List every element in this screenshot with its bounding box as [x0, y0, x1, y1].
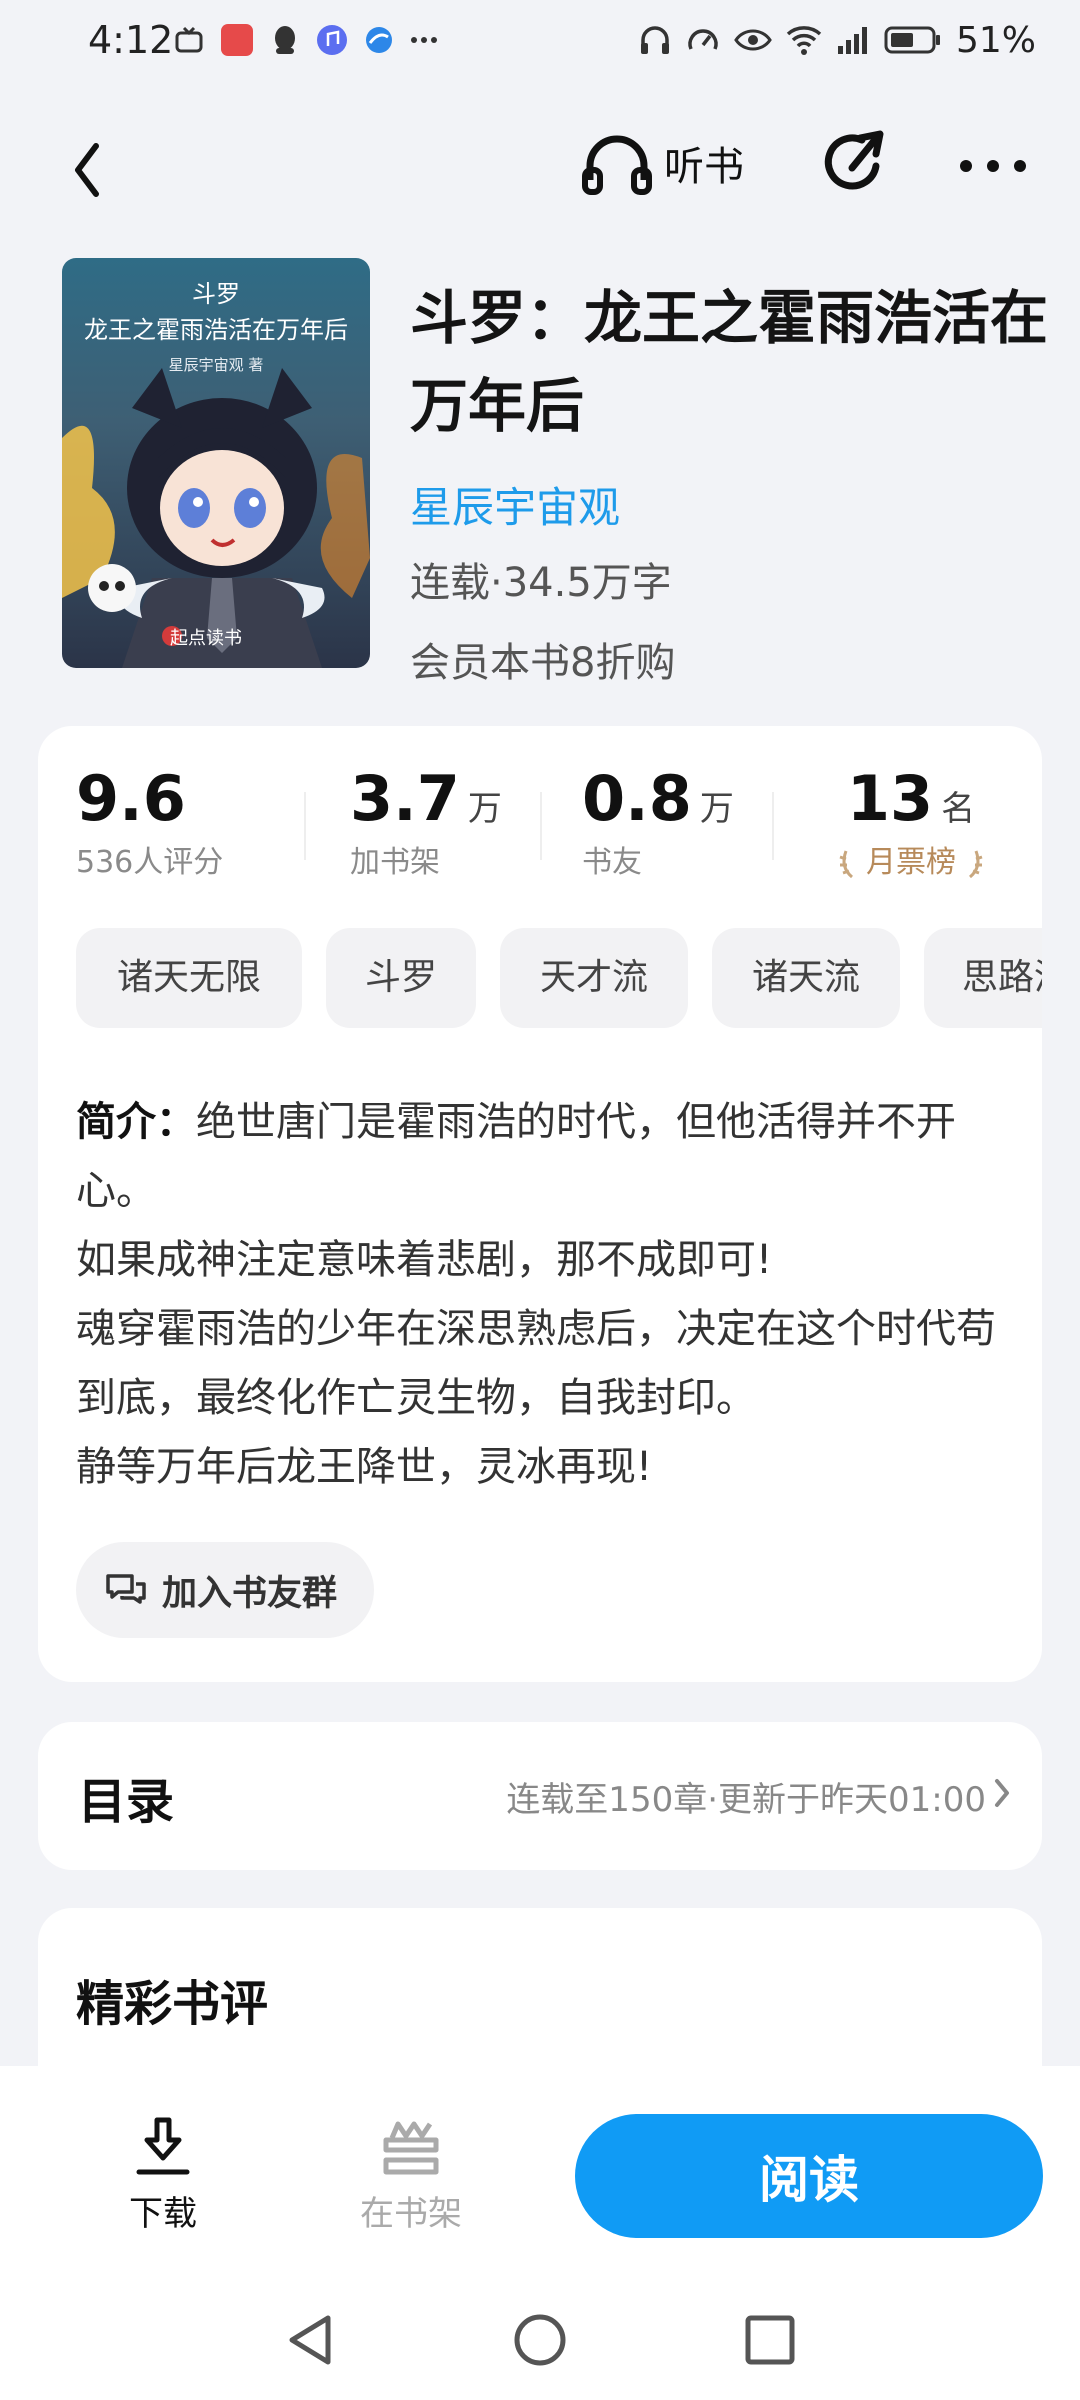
download-icon — [136, 2117, 190, 2175]
tag-chip[interactable]: 诸天流 — [712, 928, 900, 1028]
chevron-right-icon — [995, 1779, 1009, 1807]
rank-label: 月票榜 — [866, 845, 956, 880]
tag-list: 诸天无限 斗罗 天才流 诸天流 思路清奇 — [76, 928, 1042, 1030]
divider — [304, 792, 306, 860]
book-info-card: 9.6 536人评分 3.7 万 加书架 0.8 万 书友 13 名 月票榜 诸天无限… — [38, 726, 1042, 1682]
more-notifications-icon — [411, 37, 437, 43]
book-intro[interactable]: 简介：绝世唐门是霍雨浩的时代，但他活得并不开心。 如果成神注定意味着悲剧，那不成… — [76, 1088, 1016, 1502]
divider — [540, 792, 542, 860]
tag-chip[interactable]: 天才流 — [500, 928, 688, 1028]
score-value: 9.6 — [76, 762, 186, 835]
headphones-icon — [582, 135, 652, 195]
rank-stat[interactable]: 13 名 月票榜 — [816, 762, 1006, 881]
laurel-left-icon — [839, 849, 854, 878]
shelf-label: 加书架 — [350, 845, 440, 880]
qq-icon — [275, 26, 295, 54]
cover-title-line2: 龙王之霍雨浩活在万年后 — [84, 316, 348, 344]
huawei-app-icon — [221, 24, 253, 56]
rank-value: 13 — [846, 762, 934, 835]
headphones-icon — [640, 26, 669, 54]
friends-unit: 万 — [699, 789, 734, 829]
read-button[interactable]: 阅读 — [575, 2114, 1043, 2238]
book-title: 斗罗：龙王之霍雨浩活在万年后 — [410, 284, 1049, 440]
more-icon — [960, 160, 1026, 172]
home-nav-icon[interactable] — [512, 2310, 568, 2370]
share-button[interactable] — [820, 126, 890, 200]
intro-label: 简介： — [76, 1099, 196, 1145]
shelf-value: 3.7 — [350, 762, 460, 835]
shelf-stat[interactable]: 3.7 万 加书架 — [350, 762, 502, 881]
status-bar: 4:12 51% — [0, 0, 1080, 80]
tag-chip[interactable]: 思路清奇 — [924, 928, 1042, 1028]
listen-button[interactable]: 听书 — [580, 126, 744, 200]
friends-label: 书友 — [582, 845, 642, 880]
intro-line: 如果成神注定意味着悲剧，那不成即可! — [76, 1237, 773, 1283]
back-nav-icon[interactable] — [282, 2310, 338, 2370]
notification-icons — [174, 20, 438, 60]
cover-title-line1: 斗罗 — [192, 280, 240, 308]
download-label: 下载 — [129, 2194, 197, 2234]
chevron-left-icon — [75, 143, 99, 197]
intro-line: 魂穿霍雨浩的少年在深思熟虑后，决定在这个时代苟到底，最终化作亡灵生物，自我封印。 — [76, 1306, 996, 1421]
browser-icon — [366, 27, 392, 53]
more-button[interactable] — [958, 126, 1028, 200]
system-icons: 51% — [638, 18, 1036, 62]
intro-first-line: 绝世唐门是霍雨浩的时代，但他活得并不开心。 — [76, 1099, 956, 1214]
vip-discount-note: 会员本书8折购 — [410, 640, 676, 686]
rank-unit: 名 — [941, 789, 976, 829]
cellular-signal-icon — [837, 27, 867, 54]
rank-label-row: 月票榜 — [816, 837, 1006, 881]
divider — [772, 792, 774, 860]
battery-percentage: 51% — [955, 19, 1036, 61]
on-shelf-button[interactable]: 在书架 — [346, 2116, 476, 2235]
speed-icon — [688, 29, 718, 50]
status-time: 4:12 — [88, 18, 174, 62]
eye-icon — [734, 29, 772, 51]
chat-icon — [106, 1574, 146, 1604]
intro-line: 静等万年后龙王降世，灵冰再现! — [76, 1444, 653, 1490]
wifi-icon — [786, 26, 822, 55]
bottom-action-bar: 下载 在书架 阅读 — [0, 2066, 1080, 2400]
friends-stat[interactable]: 0.8 万 书友 — [582, 762, 734, 881]
tag-chip[interactable]: 斗罗 — [326, 928, 476, 1028]
recents-nav-icon[interactable] — [742, 2310, 798, 2370]
tv-icon — [175, 26, 203, 53]
shelf-unit: 万 — [467, 789, 502, 829]
top-nav: 听书 — [0, 120, 1080, 210]
tag-chip[interactable]: 诸天无限 — [76, 928, 302, 1028]
catalog-title: 目录 — [78, 1774, 175, 1830]
cover-author: 星辰宇宙观 著 — [168, 356, 264, 374]
share-icon — [824, 130, 884, 190]
join-group-label: 加入书友群 — [162, 1573, 338, 1614]
catalog-row[interactable]: 目录 连载至150章·更新于昨天01:00 — [38, 1722, 1042, 1870]
author-link[interactable]: 星辰宇宙观 — [410, 474, 620, 535]
score-stat[interactable]: 9.6 536人评分 — [76, 762, 223, 881]
battery-icon — [884, 26, 940, 54]
reviews-title: 精彩书评 — [76, 1976, 269, 2032]
cover-brand: 起点读书 — [170, 628, 242, 649]
join-reader-group-button[interactable]: 加入书友群 — [76, 1542, 374, 1638]
catalog-update-info: 连载至150章·更新于昨天01:00 — [506, 1780, 986, 1820]
book-cover[interactable]: 斗罗 龙王之霍雨浩活在万年后 星辰宇宙观 著 起点读书 — [62, 258, 370, 668]
score-label: 536人评分 — [76, 845, 224, 880]
listen-label: 听书 — [664, 144, 744, 190]
friends-value: 0.8 — [582, 762, 692, 835]
bookshelf-icon — [383, 2121, 439, 2175]
book-meta: 连载·34.5万字 — [410, 560, 672, 606]
on-shelf-label: 在书架 — [360, 2194, 462, 2234]
back-button[interactable] — [62, 130, 112, 200]
download-button[interactable]: 下载 — [108, 2116, 218, 2235]
laurel-right-icon — [968, 849, 983, 878]
music-icon — [317, 25, 347, 55]
